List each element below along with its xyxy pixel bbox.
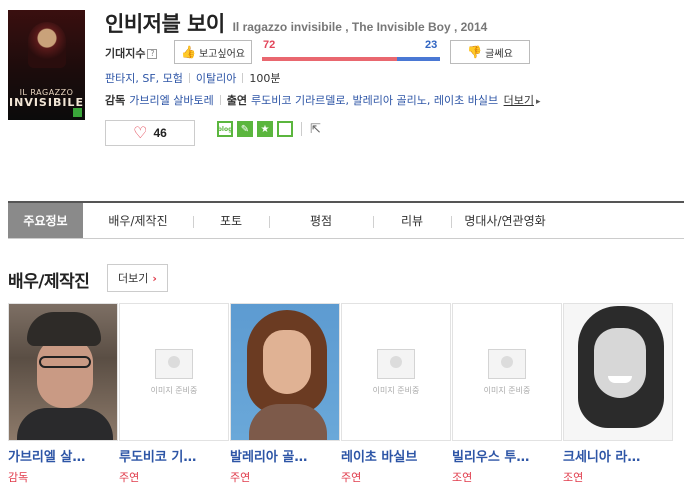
cast-more-label: 더보기	[118, 272, 149, 285]
image-placeholder-icon	[155, 348, 193, 379]
cast-role: 조연	[563, 471, 584, 484]
cast-card[interactable]: 이미지 준비중 루도비코 기… 주연	[119, 303, 229, 485]
movie-meta: 판타지, SF, 모험 이탈리아 100분	[105, 70, 281, 86]
help-icon[interactable]: ?	[147, 49, 158, 59]
favorite-count: 46	[153, 126, 167, 140]
cast-role: 주연	[230, 471, 251, 484]
movie-title-row: 인비저블 보이 Il ragazzo invisibile , The Invi…	[105, 8, 487, 38]
movie-tabs: 주요정보 배우/제작진 포토 평점 리뷰 명대사/연관영화	[8, 201, 684, 239]
country-link[interactable]: 이탈리아	[196, 72, 236, 85]
clog-icon[interactable]	[277, 121, 293, 137]
cast-role: 감독	[8, 471, 29, 484]
director-label: 감독	[105, 94, 126, 107]
cast-card[interactable]: 크세니아 라… 조연	[563, 303, 673, 485]
share-export-icon[interactable]: ⇱	[310, 122, 321, 137]
expectation-bar-like-fill	[262, 57, 397, 61]
movie-original-title: Il ragazzo invisibile , The Invisible Bo…	[232, 20, 488, 34]
poster-figure	[28, 22, 66, 68]
director-link[interactable]: 가브리엘 살바토레	[129, 94, 213, 107]
runtime: 100분	[249, 72, 281, 85]
cast-name[interactable]: 발레리아 골…	[230, 446, 340, 465]
movie-poster[interactable]: IL RAGAZZO INVISIBILE	[8, 10, 85, 120]
not-sure-button[interactable]: 👎 글쎄요	[450, 40, 530, 64]
divider	[219, 95, 221, 105]
not-sure-label: 글쎄요	[485, 48, 513, 60]
chevron-right-icon: ▸	[535, 97, 541, 107]
cast-name[interactable]: 루도비코 기…	[119, 446, 229, 465]
person-photo[interactable]	[230, 303, 340, 441]
person-photo[interactable]	[563, 303, 673, 441]
image-placeholder-icon	[488, 348, 526, 379]
cast-grid: 가브리엘 살… 감독 이미지 준비중 루도비코 기… 주연 발레리아 골… 주연…	[8, 303, 674, 493]
tab-photo[interactable]: 포토	[193, 203, 269, 238]
cast-card[interactable]: 발레리아 골… 주연	[230, 303, 340, 485]
expectation-label-text: 기대지수	[105, 47, 146, 60]
person-photo-placeholder[interactable]: 이미지 준비중	[119, 303, 229, 441]
placeholder-text: 이미지 준비중	[483, 385, 531, 395]
cast-card[interactable]: 이미지 준비중 레이초 바실브 주연	[341, 303, 451, 485]
cast-name[interactable]: 빌리우스 투…	[452, 446, 562, 465]
cast-name[interactable]: 레이초 바실브	[341, 446, 451, 465]
cast-card[interactable]: 이미지 준비중 빌리우스 투… 조연	[452, 303, 562, 485]
tab-main-info[interactable]: 주요정보	[8, 203, 83, 238]
share-icons: blog ✎ ★ ⇱	[217, 121, 321, 137]
thumbs-down-icon: 👎	[467, 45, 483, 59]
tab-cast-crew[interactable]: 배우/제작진	[83, 203, 193, 238]
want-to-see-button[interactable]: 👍 보고싶어요	[174, 40, 252, 64]
cast-role: 조연	[452, 471, 473, 484]
cast-links[interactable]: 루도비코 기라르델로, 발레리아 골리노, 레이초 바실브	[251, 94, 498, 107]
divider	[188, 73, 190, 83]
movie-title: 인비저블 보이	[105, 12, 225, 36]
cast-role: 주연	[341, 471, 362, 484]
cast-name[interactable]: 크세니아 라…	[563, 446, 673, 465]
placeholder-text: 이미지 준비중	[372, 385, 420, 395]
favorite-button[interactable]: ♡ 46	[105, 120, 195, 146]
cast-role: 주연	[119, 471, 140, 484]
thumbs-up-icon: 👍	[181, 45, 196, 59]
want-to-see-label: 보고싶어요	[198, 48, 245, 60]
heart-icon: ♡	[133, 123, 148, 142]
cast-label: 출연	[226, 94, 247, 107]
yozm-icon[interactable]: ★	[257, 121, 273, 137]
blog-icon[interactable]: blog	[217, 121, 233, 137]
expectation-label: 기대지수?	[105, 45, 158, 61]
person-photo-placeholder[interactable]: 이미지 준비중	[341, 303, 451, 441]
image-placeholder-icon	[377, 348, 415, 379]
blog-icon-label: blog	[217, 125, 233, 133]
section-title: 배우/제작진	[8, 272, 90, 292]
like-count: 72	[263, 39, 276, 51]
chevron-right-icon: ›	[152, 271, 157, 285]
crew-row: 감독 가브리엘 살바토레 출연 루도비코 기라르델로, 발레리아 골리노, 레이초 바…	[105, 92, 541, 108]
divider	[242, 73, 244, 83]
cast-more-button[interactable]: 더보기 ›	[107, 264, 168, 292]
divider	[301, 122, 302, 136]
genre-link[interactable]: 판타지, SF, 모험	[105, 72, 183, 85]
me2day-icon[interactable]: ✎	[237, 121, 253, 137]
cast-name[interactable]: 가브리엘 살…	[8, 446, 118, 465]
person-photo[interactable]	[8, 303, 118, 441]
tab-quotes-related[interactable]: 명대사/연관영화	[451, 203, 559, 238]
person-photo-placeholder[interactable]: 이미지 준비중	[452, 303, 562, 441]
placeholder-text: 이미지 준비중	[150, 385, 198, 395]
tab-rating[interactable]: 평점	[269, 203, 373, 238]
cast-card[interactable]: 가브리엘 살… 감독	[8, 303, 118, 485]
expectation-bar	[262, 57, 440, 61]
poster-rating-icon	[73, 108, 82, 117]
tab-review[interactable]: 리뷰	[373, 203, 451, 238]
dislike-count: 23	[425, 39, 438, 51]
crew-more-link[interactable]: 더보기	[504, 94, 534, 107]
